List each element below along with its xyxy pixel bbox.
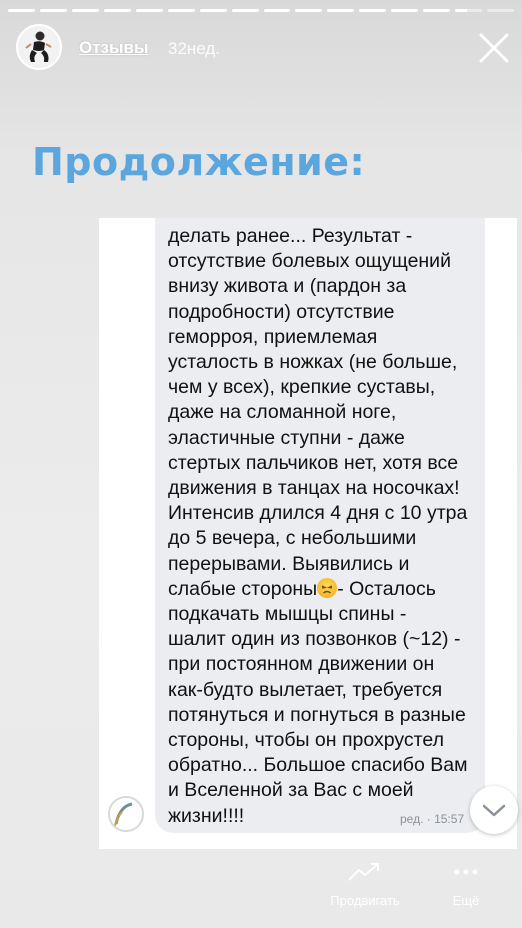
progress-segment: [327, 9, 355, 12]
chevron-down-icon: [482, 804, 506, 817]
message-line: эластичные ступни - даже: [168, 426, 405, 449]
sender-avatar-image: [110, 798, 142, 830]
message-line: жизни!!!!: [168, 804, 245, 827]
message-line: потянуться и погнуться в разные: [168, 703, 466, 726]
more-label: Ещё: [452, 893, 480, 908]
message-line: Интенсив длился 4 дня с 10 утра: [168, 502, 468, 525]
message-line: внизу живота и (пардон за: [168, 275, 407, 298]
avatar-person-icon: [18, 26, 60, 68]
message-line: перерывами. Выявились и: [168, 552, 410, 575]
tired-face-emoji: [317, 577, 338, 598]
progress-segment: [359, 9, 387, 12]
message-text: делать ранее... Результат - отсутствие б…: [168, 224, 480, 829]
story-username[interactable]: Отзывы: [79, 38, 149, 58]
message-line: подробности) отсутствие: [168, 300, 395, 323]
story-progress: [8, 9, 514, 12]
message-line: слабые стороны: [168, 577, 318, 600]
message-line: стороны, чтобы он прохрустел: [168, 729, 444, 752]
close-icon: [479, 33, 509, 63]
message-line: до 5 вечера, с небольшими: [168, 527, 417, 550]
message-line: геморроя, приемлемая: [168, 325, 378, 348]
profile-avatar[interactable]: [16, 24, 62, 70]
progress-segment: [263, 9, 291, 12]
promote-label: Продвигать: [330, 893, 400, 908]
sender-avatar[interactable]: [108, 796, 144, 832]
progress-segment: [167, 9, 195, 12]
progress-segment: [487, 9, 514, 12]
more-button[interactable]: Ещё: [440, 860, 492, 908]
message-meta: ред. · 15:57: [400, 812, 465, 826]
message-line: обратно... Большое спасибо Вам: [168, 754, 468, 777]
progress-segment: [199, 9, 227, 12]
progress-segment-current: [455, 9, 483, 12]
message-line: шалит один из позвонков (~12) -: [168, 628, 461, 651]
progress-segment: [103, 9, 131, 12]
message-line: - Осталось: [337, 577, 436, 600]
message-line: отсутствие болевых ощущений: [168, 250, 451, 273]
message-line: и Вселенной за Вас с моей: [168, 779, 414, 802]
story-title: Продолжение:: [32, 140, 366, 184]
message-line: как-будто вылетает, требуется: [168, 678, 443, 701]
progress-segment: [8, 9, 35, 12]
message-line: движения в танцах на носочках!: [168, 477, 460, 500]
message-line: даже на сломанной ноге,: [168, 401, 397, 424]
message-line: при постоянном движении он: [168, 653, 435, 676]
progress-segment: [71, 9, 99, 12]
progress-segment: [39, 9, 67, 12]
scroll-down-button[interactable]: [470, 786, 518, 834]
message-line: делать ранее... Результат -: [168, 225, 413, 247]
message-line: подкачать мышцы спины -: [168, 603, 407, 626]
more-dots-icon: [454, 869, 478, 875]
message-line: стертых пальчиков нет, хотя все: [168, 451, 459, 474]
story-time: 32нед.: [168, 39, 221, 58]
message-line: усталость в ножках (не больше,: [168, 351, 458, 374]
trend-arrow-icon: [348, 863, 379, 881]
progress-segment: [391, 9, 419, 12]
promote-button[interactable]: Продвигать: [316, 860, 414, 908]
progress-segment: [423, 9, 451, 12]
close-button[interactable]: [476, 30, 512, 66]
message-line: чем у всех), крепкие суставы,: [168, 376, 436, 399]
progress-segment: [231, 9, 259, 12]
progress-segment: [135, 9, 163, 12]
progress-segment: [295, 9, 323, 12]
